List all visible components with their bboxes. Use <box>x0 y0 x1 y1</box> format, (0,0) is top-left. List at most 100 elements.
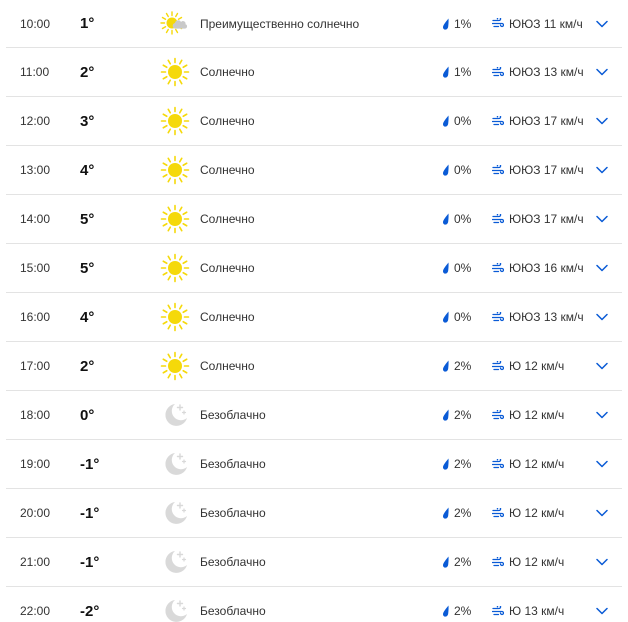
sun-icon <box>158 195 192 243</box>
wind-icon <box>492 262 504 274</box>
wind-value: ЮЮЗ 11 км/ч <box>509 16 583 31</box>
hour-time: 14:00 <box>20 212 51 226</box>
wind-value: ЮЮЗ 16 км/ч <box>509 261 584 275</box>
hour-time: 20:00 <box>20 506 51 520</box>
precipitation: 0% <box>442 293 471 341</box>
raindrop-icon <box>442 409 450 421</box>
hour-time: 21:00 <box>20 555 51 569</box>
hour-condition: Солнечно <box>200 261 255 275</box>
precipitation: 2% <box>442 391 471 439</box>
hour-condition: Преимущественно солнечно <box>200 16 360 31</box>
partly-sunny-icon <box>158 0 192 47</box>
wind: ЮЮЗ 17 км/ч <box>492 195 584 243</box>
hourly-row[interactable]: 15:00 5° Солнечно 0% ЮЮЗ 16 км/ч <box>6 244 622 293</box>
wind-icon <box>492 605 504 617</box>
wind-value: ЮЮЗ 17 км/ч <box>509 212 584 226</box>
wind-value: ЮЮЗ 17 км/ч <box>509 163 584 177</box>
hour-temperature: 5° <box>80 259 95 277</box>
hourly-row[interactable]: 10:00 1° Преимущественно солнечно 1% ЮЮЗ… <box>6 0 622 48</box>
hourly-row[interactable]: 14:00 5° Солнечно 0% ЮЮЗ 17 км/ч <box>6 195 622 244</box>
hourly-row[interactable]: 16:00 4° Солнечно 0% ЮЮЗ 13 км/ч <box>6 293 622 342</box>
raindrop-icon <box>442 66 450 78</box>
hourly-row[interactable]: 19:00 -1° Безоблачно 2% Ю 12 км/ч <box>6 440 622 489</box>
precipitation: 0% <box>442 146 471 194</box>
moon-icon <box>158 489 192 537</box>
expand-chevron-icon[interactable] <box>594 195 610 243</box>
expand-chevron-icon[interactable] <box>594 146 610 194</box>
hour-time: 10:00 <box>20 16 51 31</box>
hour-time: 19:00 <box>20 457 51 471</box>
wind: Ю 12 км/ч <box>492 538 564 586</box>
precipitation: 0% <box>442 195 471 243</box>
hour-temperature: 4° <box>80 308 95 326</box>
precipitation: 2% <box>442 489 471 537</box>
wind-value: Ю 12 км/ч <box>509 408 565 422</box>
raindrop-icon <box>442 213 450 225</box>
hourly-row[interactable]: 21:00 -1° Безоблачно 2% Ю 12 км/ч <box>6 538 622 587</box>
expand-chevron-icon[interactable] <box>594 391 610 439</box>
expand-chevron-icon[interactable] <box>594 342 610 390</box>
sun-icon <box>158 293 192 341</box>
precipitation-value: 0% <box>454 212 472 226</box>
hour-temperature: 1° <box>80 15 95 32</box>
sun-icon <box>158 48 192 96</box>
precipitation: 2% <box>442 587 471 622</box>
expand-chevron-icon[interactable] <box>594 440 610 488</box>
precipitation-value: 0% <box>454 114 472 128</box>
expand-chevron-icon[interactable] <box>594 587 610 622</box>
precipitation-value: 2% <box>454 604 472 618</box>
wind-value: Ю 12 км/ч <box>509 506 565 520</box>
precipitation: 0% <box>442 97 471 145</box>
moon-icon <box>158 538 192 586</box>
hour-temperature: -2° <box>80 602 100 620</box>
expand-chevron-icon[interactable] <box>594 244 610 292</box>
precipitation: 1% <box>442 0 471 47</box>
precipitation: 1% <box>442 48 471 96</box>
hourly-row[interactable]: 22:00 -2° Безоблачно 2% Ю 13 км/ч <box>6 587 622 622</box>
wind-icon <box>492 18 504 29</box>
hourly-row[interactable]: 11:00 2° Солнечно 1% ЮЮЗ 13 км/ч <box>6 48 622 97</box>
hourly-row[interactable]: 20:00 -1° Безоблачно 2% Ю 12 км/ч <box>6 489 622 538</box>
hour-condition: Безоблачно <box>200 506 266 520</box>
hour-condition: Безоблачно <box>200 408 266 422</box>
sun-icon <box>158 342 192 390</box>
wind-icon <box>492 507 504 519</box>
wind: ЮЮЗ 11 км/ч <box>492 0 583 47</box>
wind-value: Ю 12 км/ч <box>509 555 565 569</box>
expand-chevron-icon[interactable] <box>594 489 610 537</box>
hour-time: 18:00 <box>20 408 51 422</box>
hour-condition: Солнечно <box>200 65 255 79</box>
raindrop-icon <box>442 360 450 372</box>
hour-time: 11:00 <box>20 65 50 79</box>
wind-value: Ю 12 км/ч <box>509 457 565 471</box>
wind: Ю 12 км/ч <box>492 391 564 439</box>
wind-icon <box>492 458 504 470</box>
hourly-row[interactable]: 17:00 2° Солнечно 2% Ю 12 км/ч <box>6 342 622 391</box>
hourly-row[interactable]: 18:00 0° Безоблачно 2% Ю 12 км/ч <box>6 391 622 440</box>
expand-chevron-icon[interactable] <box>594 293 610 341</box>
moon-icon <box>158 587 192 622</box>
wind-icon <box>492 66 504 78</box>
wind-icon <box>492 115 504 127</box>
expand-chevron-icon[interactable] <box>594 538 610 586</box>
hour-temperature: -1° <box>80 455 100 473</box>
sun-icon <box>158 97 192 145</box>
hourly-row[interactable]: 12:00 3° Солнечно 0% ЮЮЗ 17 км/ч <box>6 97 622 146</box>
wind-value: ЮЮЗ 17 км/ч <box>509 114 584 128</box>
expand-chevron-icon[interactable] <box>594 0 610 47</box>
precipitation-value: 1% <box>454 65 472 79</box>
wind: ЮЮЗ 17 км/ч <box>492 146 584 194</box>
wind: Ю 13 км/ч <box>492 587 564 622</box>
hour-temperature: 0° <box>80 406 95 424</box>
expand-chevron-icon[interactable] <box>594 48 610 96</box>
wind-icon <box>492 360 504 372</box>
hour-condition: Солнечно <box>200 359 255 373</box>
hour-temperature: 4° <box>80 161 95 179</box>
expand-chevron-icon[interactable] <box>594 97 610 145</box>
hourly-row[interactable]: 13:00 4° Солнечно 0% ЮЮЗ 17 км/ч <box>6 146 622 195</box>
wind-value: ЮЮЗ 13 км/ч <box>509 310 584 324</box>
raindrop-icon <box>442 507 450 519</box>
hour-condition: Солнечно <box>200 163 255 177</box>
wind-value: Ю 13 км/ч <box>509 604 565 618</box>
hour-time: 12:00 <box>20 114 51 128</box>
